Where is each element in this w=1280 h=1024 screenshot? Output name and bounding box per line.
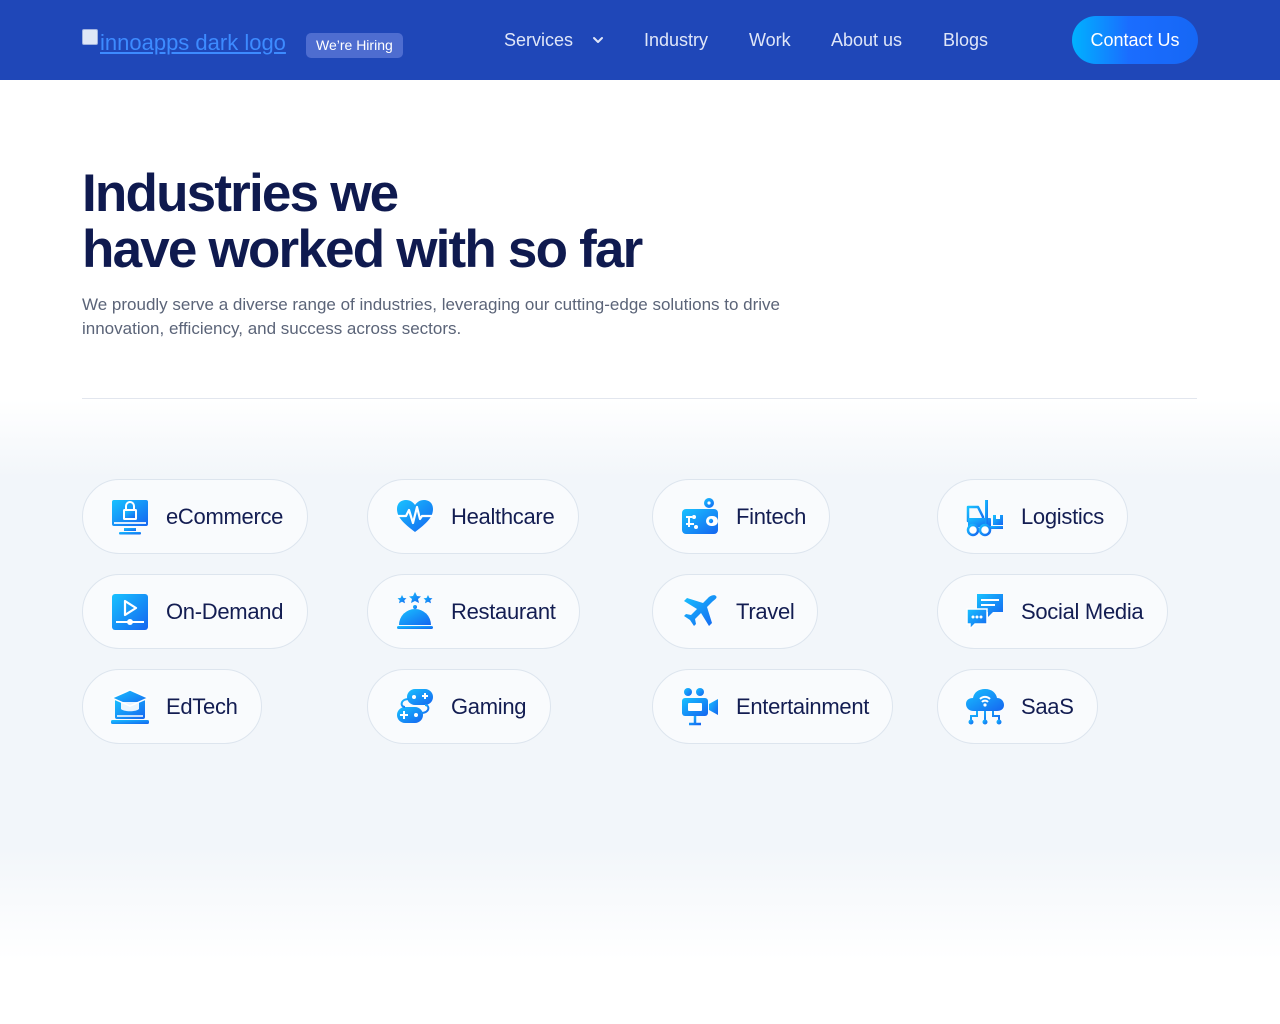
ecommerce-icon — [112, 499, 148, 534]
industry-chip-logistics[interactable]: Logistics — [937, 479, 1128, 554]
industry-chip-saas[interactable]: SaaS — [937, 669, 1098, 744]
chevron-down-icon — [593, 37, 604, 43]
industry-label: Travel — [736, 598, 795, 624]
title-line-1: Industries we — [82, 164, 399, 223]
industry-label: Logistics — [1021, 503, 1104, 529]
logo-alt-text: innoapps dark logo — [100, 30, 286, 55]
section-divider — [82, 398, 1197, 399]
healthcare-icon — [395, 499, 435, 532]
industry-chip-entertainment[interactable]: Entertainment — [652, 669, 893, 744]
industry-label: Healthcare — [451, 503, 555, 529]
nav-work[interactable]: Work — [749, 29, 791, 51]
nav-services[interactable]: Services — [504, 29, 607, 51]
travel-icon — [684, 594, 717, 626]
nav-services-label: Services — [504, 30, 574, 50]
saas-icon — [966, 688, 1004, 724]
edtech-icon — [110, 688, 150, 724]
hiring-badge[interactable]: We’re Hiring — [306, 33, 403, 58]
industry-chip-restaurant[interactable]: Restaurant — [367, 574, 580, 649]
entertainment-icon — [682, 687, 718, 725]
industry-label: Gaming — [451, 693, 527, 719]
site-header: innoapps dark logo We’re Hiring Services… — [0, 0, 1280, 80]
nav-about[interactable]: About us — [831, 29, 902, 51]
industry-chip-edtech[interactable]: EdTech — [82, 669, 262, 744]
industry-chip-travel[interactable]: Travel — [652, 574, 818, 649]
industry-chip-gaming[interactable]: Gaming — [367, 669, 551, 744]
industry-chip-ecommerce[interactable]: eCommerce — [82, 479, 308, 554]
nav-blogs[interactable]: Blogs — [943, 29, 988, 51]
hero-description: We proudly serve a diverse range of indu… — [82, 295, 781, 338]
title-line-2: have worked with so far — [82, 220, 643, 279]
industry-chip-on-demand[interactable]: On-Demand — [82, 574, 308, 649]
nav-industry[interactable]: Industry — [644, 29, 708, 51]
industry-label: eCommerce — [166, 503, 284, 529]
contact-us-button[interactable]: Contact Us — [1072, 16, 1198, 64]
fintech-icon — [682, 497, 718, 534]
logo-link[interactable]: innoapps dark logo — [82, 29, 286, 56]
industry-label: Fintech — [736, 503, 807, 529]
social-media-icon — [966, 593, 1003, 631]
industry-chip-healthcare[interactable]: Healthcare — [367, 479, 579, 554]
restaurant-icon — [397, 591, 433, 629]
gaming-icon — [397, 688, 433, 723]
industry-chip-fintech[interactable]: Fintech — [652, 479, 830, 554]
page-title: Industries we have worked with so far — [82, 164, 643, 279]
industry-label: SaaS — [1021, 693, 1074, 719]
industry-label: On-Demand — [166, 598, 284, 624]
broken-image-icon — [82, 29, 98, 45]
industry-label: Social Media — [1021, 598, 1144, 624]
industry-chip-social-media[interactable]: Social Media — [937, 574, 1168, 649]
industry-label: Restaurant — [451, 598, 556, 624]
on-demand-icon — [112, 593, 148, 630]
logistics-icon — [966, 499, 1003, 536]
industry-label: EdTech — [166, 693, 238, 719]
industry-label: Entertainment — [736, 693, 870, 719]
